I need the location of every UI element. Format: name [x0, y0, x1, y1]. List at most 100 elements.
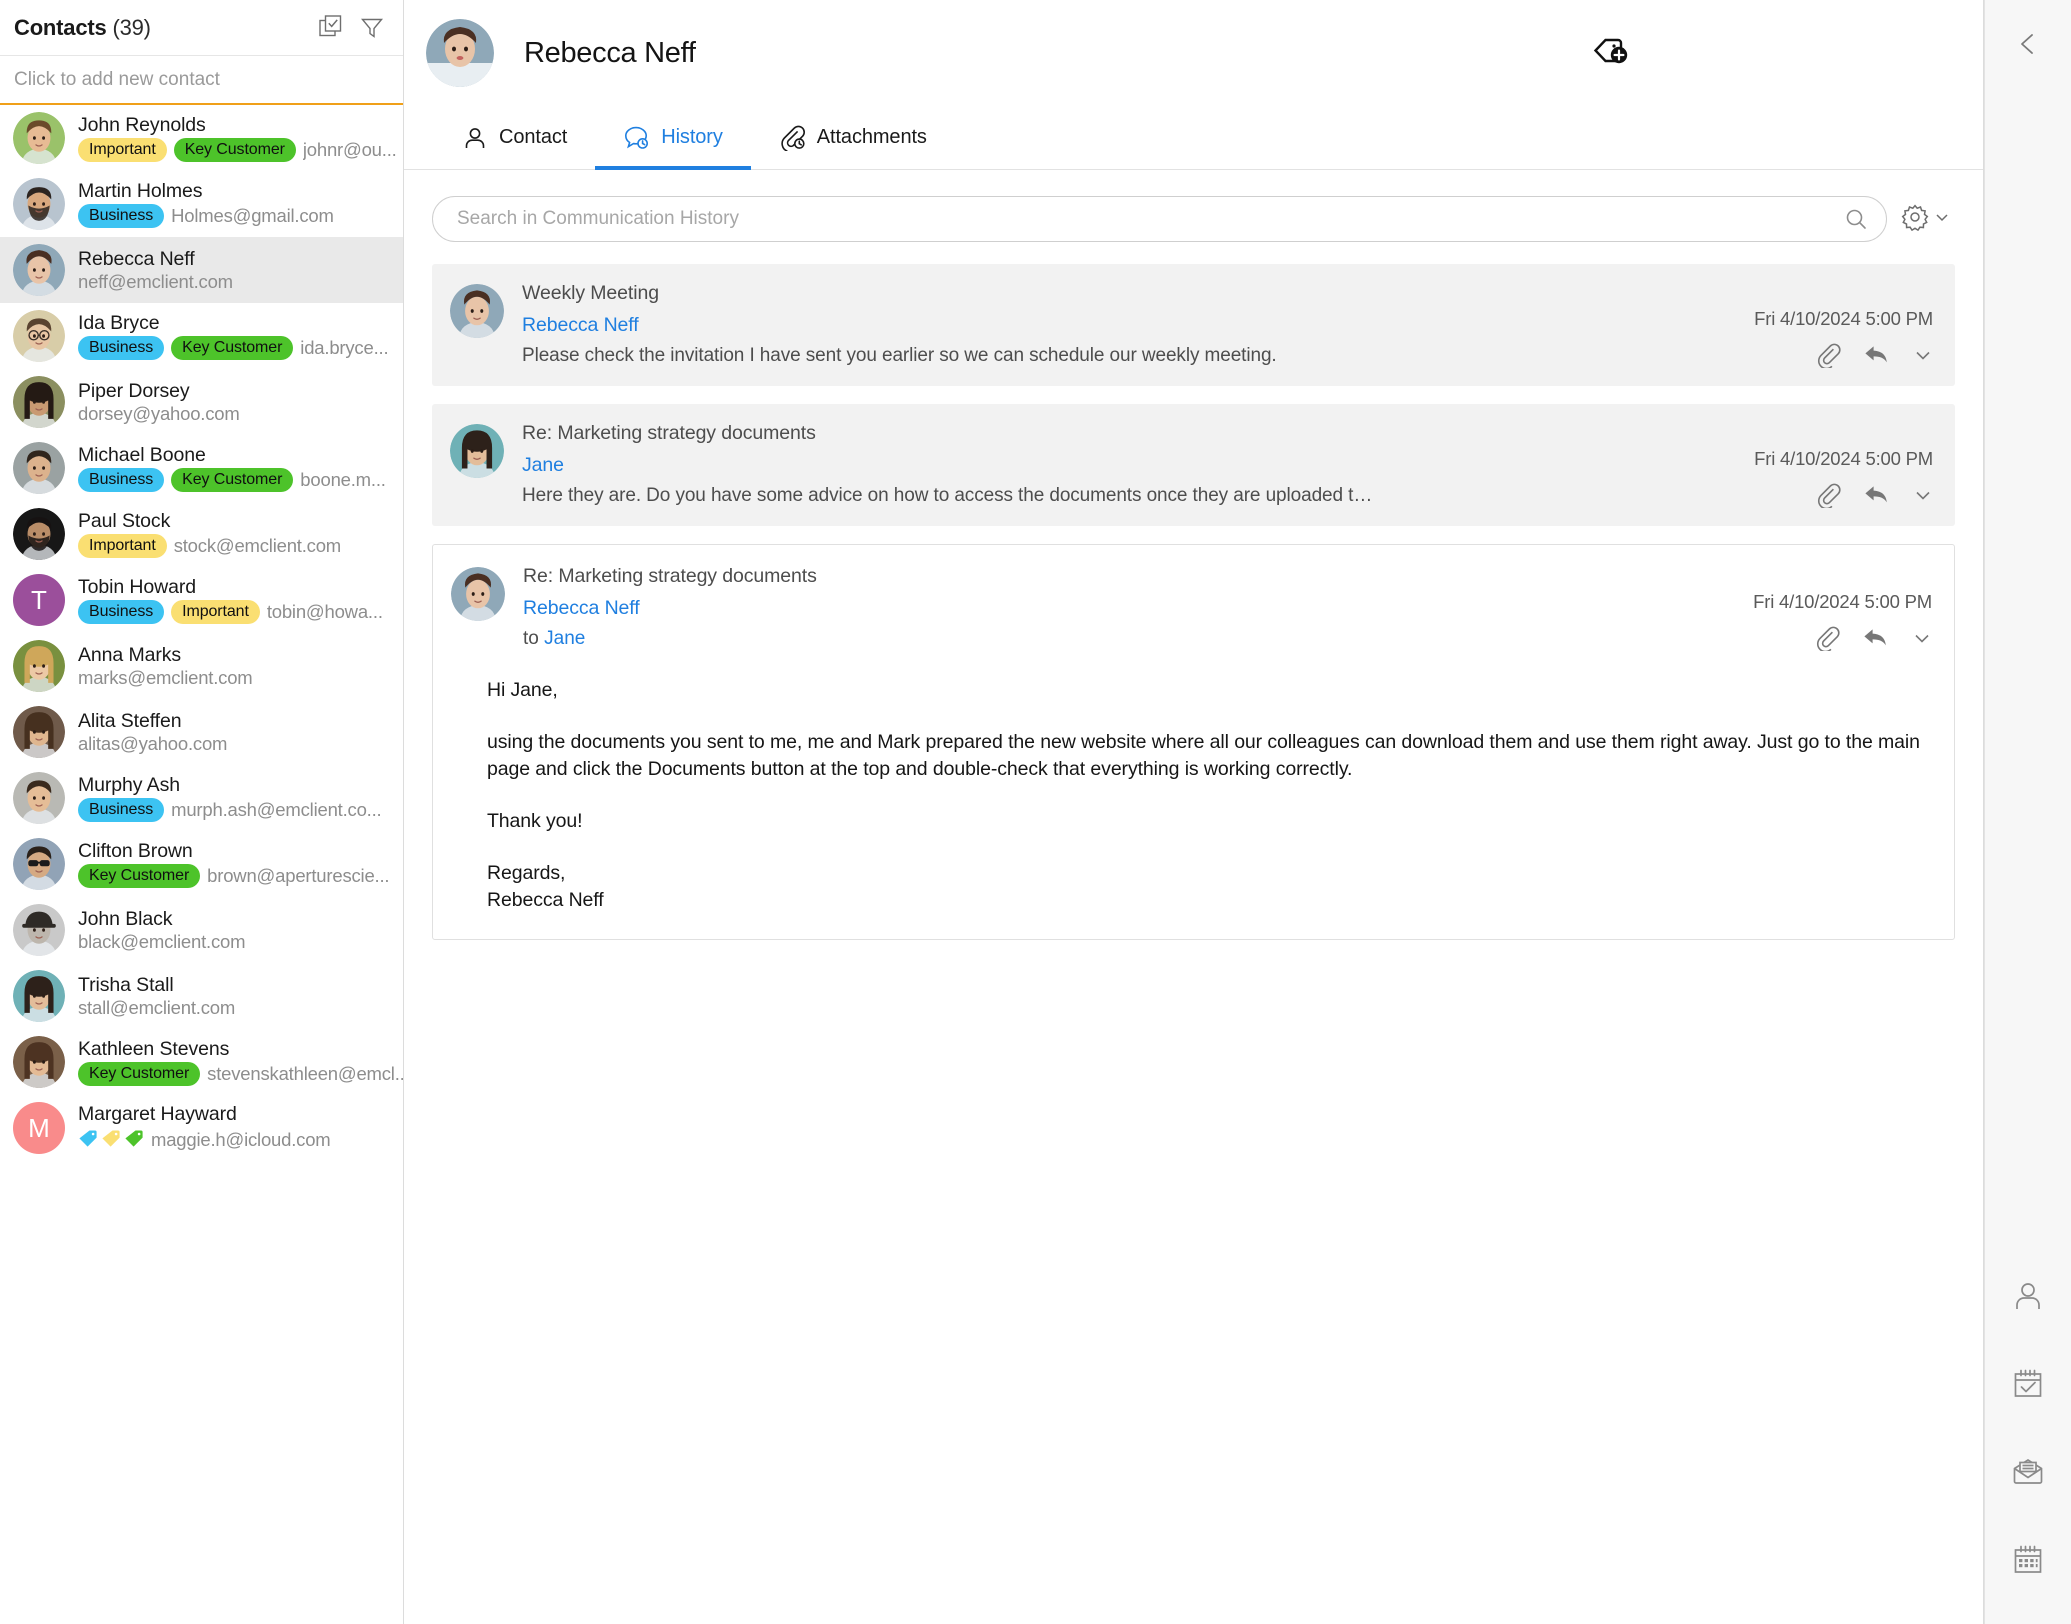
contact-list-item[interactable]: Murphy Ash Business murph.ash@emclient.co.…: [0, 765, 403, 831]
contact-list-item[interactable]: Clifton Brown Key Customer brown@apertures…: [0, 831, 403, 897]
message-actions: [1815, 482, 1933, 508]
contact-tag-badge: Key Customer: [171, 336, 294, 361]
contact-info: Kathleen Stevens Key Customer stevenskathl…: [78, 1038, 403, 1087]
tab-contact[interactable]: Contact: [434, 106, 595, 169]
tab-attachments[interactable]: Attachments: [751, 106, 955, 169]
tag-icon: [124, 1128, 144, 1153]
reply-icon[interactable]: [1863, 343, 1891, 367]
message-preview: Here they are. Do you have some advice o…: [522, 485, 1382, 506]
contact-list[interactable]: John Reynolds Important Key Customer johnr@…: [0, 105, 403, 1624]
tag-add-icon[interactable]: [1589, 31, 1637, 75]
detail-tabs[interactable]: Contact History Attachments: [404, 106, 1983, 170]
contact-subline: dorsey@yahoo.com: [78, 404, 403, 424]
app-root: Contacts (39) Click to add new contact J…: [0, 0, 2071, 1624]
rail-item-contacts[interactable]: [1994, 1254, 2062, 1342]
history-message[interactable]: Weekly Meeting Rebecca Neff Please check t…: [432, 264, 1955, 386]
message-main: Re: Marketing strategy documents Rebecca …: [523, 565, 1739, 650]
detail-header: Rebecca Neff: [404, 0, 1983, 106]
rail-buttons: [1994, 1254, 2062, 1624]
contact-info: Clifton Brown Key Customer brown@apertures…: [78, 840, 403, 889]
message-sender[interactable]: Rebecca Neff: [522, 314, 1740, 337]
contact-list-item[interactable]: T Tobin Howard Business Important tobin@howa…: [0, 567, 403, 633]
contact-info: Anna Marks marks@emclient.com: [78, 644, 403, 689]
reply-icon[interactable]: [1862, 626, 1890, 650]
avatar: [13, 1036, 65, 1088]
message-sender[interactable]: Rebecca Neff: [523, 597, 1739, 620]
avatar: [13, 904, 65, 956]
contact-list-item[interactable]: Paul Stock Important stock@emclient.com: [0, 501, 403, 567]
contact-list-item[interactable]: Michael Boone Business Key Customer boone.m…: [0, 435, 403, 501]
search-box[interactable]: [432, 196, 1887, 242]
paperclip-icon[interactable]: [1815, 482, 1841, 508]
contact-list-item[interactable]: Anna Marks marks@emclient.com: [0, 633, 403, 699]
contact-info: Alita Steffen alitas@yahoo.com: [78, 710, 403, 755]
avatar: [13, 838, 65, 890]
contact-email: stock@emclient.com: [173, 536, 342, 557]
contact-info: John Black black@emclient.com: [78, 908, 403, 953]
search-input[interactable]: [455, 207, 1844, 231]
avatar: [450, 284, 504, 338]
chevron-down-icon[interactable]: [1912, 628, 1932, 648]
message-recipient-link[interactable]: Jane: [544, 628, 585, 649]
contact-info: Tobin Howard Business Important tobin@howa.…: [78, 575, 403, 625]
contact-info: Piper Dorsey dorsey@yahoo.com: [78, 380, 403, 425]
tab-label: Attachments: [816, 126, 927, 148]
contact-list-item[interactable]: Kathleen Stevens Key Customer stevenskathl…: [0, 1029, 403, 1095]
contact-tag-badge: Important: [78, 138, 167, 163]
message-subject: Weekly Meeting: [522, 282, 659, 304]
contact-list-item[interactable]: Rebecca Neff neff@emclient.com: [0, 237, 403, 303]
history-settings-button[interactable]: [1897, 203, 1955, 236]
contact-list-item[interactable]: John Reynolds Important Key Customer johnr@…: [0, 105, 403, 171]
message-date: Fri 4/10/2024 5:00 PM: [1754, 308, 1933, 329]
contact-info: Trisha Stall stall@emclient.com: [78, 974, 403, 1019]
contact-subline: alitas@yahoo.com: [78, 734, 403, 754]
avatar: [13, 310, 65, 362]
contact-list-item[interactable]: Ida Bryce Business Key Customer ida.bryce..…: [0, 303, 403, 369]
message-meta: Fri 4/10/2024 5:00 PM: [1754, 422, 1933, 508]
add-new-contact-placeholder: Click to add new contact: [14, 68, 220, 90]
history-message[interactable]: Re: Marketing strategy documents Rebecca …: [432, 544, 1955, 940]
message-sender[interactable]: Jane: [522, 454, 1740, 477]
add-new-contact-input[interactable]: Click to add new contact: [0, 56, 403, 105]
contact-list-item[interactable]: John Black black@emclient.com: [0, 897, 403, 963]
chevron-down-icon[interactable]: [1913, 345, 1933, 365]
tab-history[interactable]: History: [595, 106, 751, 170]
avatar: [13, 178, 65, 230]
contact-email: boone.m...: [300, 470, 386, 491]
avatar: [13, 508, 65, 560]
contacts-header: Contacts (39): [0, 0, 403, 56]
contact-tag-dots: [78, 1128, 144, 1153]
contact-subline: marks@emclient.com: [78, 668, 403, 688]
contact-info: Ida Bryce Business Key Customer ida.bryce..…: [78, 312, 403, 361]
contact-list-item[interactable]: Martin Holmes Business Holmes@gmail.com: [0, 171, 403, 237]
message-body-greeting: Hi Jane,: [487, 679, 558, 701]
reply-icon[interactable]: [1863, 483, 1891, 507]
paperclip-icon[interactable]: [1815, 342, 1841, 368]
tasks-calendar-check-icon: [2011, 1367, 2045, 1406]
chevron-left-icon[interactable]: [2000, 16, 2056, 72]
search-icon[interactable]: [1844, 207, 1868, 231]
contact-list-item[interactable]: Trisha Stall stall@emclient.com: [0, 963, 403, 1029]
message-header: Re: Marketing strategy documents Jane Here…: [450, 422, 1933, 508]
contact-list-item[interactable]: Alita Steffen alitas@yahoo.com: [0, 699, 403, 765]
contact-info: Michael Boone Business Key Customer boone.m…: [78, 444, 403, 493]
contact-list-item[interactable]: M Margaret Hayward maggie.h@icloud.com: [0, 1095, 403, 1161]
contact-subline: Business Important tobin@howa...: [78, 600, 403, 625]
tab-label: Contact: [499, 126, 568, 148]
contact-name: Rebecca Neff: [78, 247, 195, 270]
rail-item-mail[interactable]: [1994, 1430, 2062, 1518]
contact-subline: Important stock@emclient.com: [78, 534, 403, 559]
checkbox-multi-select-icon[interactable]: [315, 11, 349, 45]
paperclip-icon[interactable]: [1814, 625, 1840, 651]
message-recipient-prefix: to: [523, 628, 545, 649]
rail-item-tasks[interactable]: [1994, 1342, 2062, 1430]
rail-item-calendar[interactable]: [1994, 1518, 2062, 1606]
contact-email: stall@emclient.com: [78, 998, 236, 1019]
contact-tag-badge: Important: [78, 534, 167, 559]
history-message[interactable]: Re: Marketing strategy documents Jane Here…: [432, 404, 1955, 526]
filter-funnel-icon[interactable]: [355, 11, 389, 45]
chevron-down-icon[interactable]: [1913, 485, 1933, 505]
contact-list-item[interactable]: Piper Dorsey dorsey@yahoo.com: [0, 369, 403, 435]
contact-name: Margaret Hayward: [78, 1103, 237, 1126]
contact-name: Tobin Howard: [78, 575, 197, 598]
